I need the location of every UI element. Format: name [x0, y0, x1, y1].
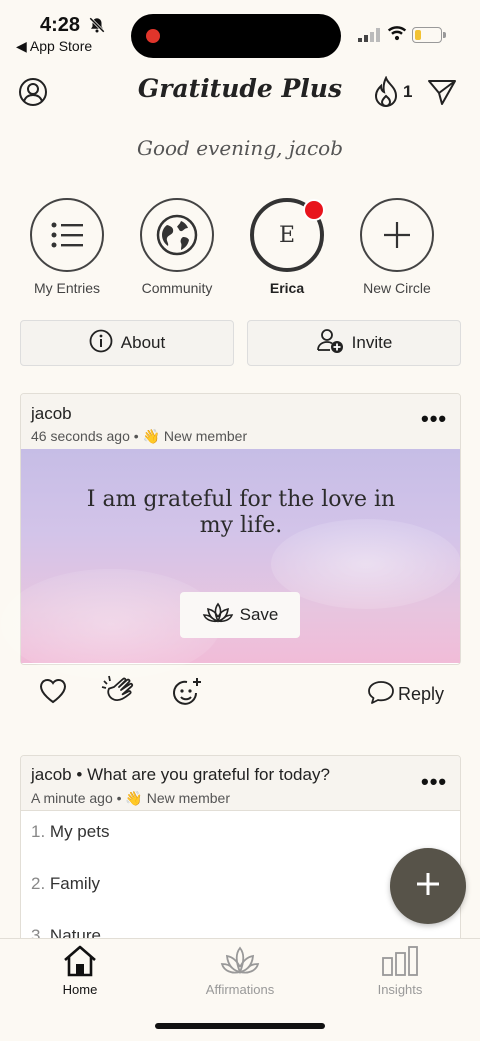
new-entry-button[interactable]: [390, 848, 466, 924]
post-card: [20, 755, 461, 955]
about-button[interactable]: About: [20, 320, 234, 366]
wifi-icon: [387, 24, 407, 47]
circle-label: Community: [141, 280, 213, 296]
affirmation-image: I am grateful for the love in my life. S…: [1, 449, 461, 679]
avatar-initial: E: [278, 222, 296, 248]
more-options-icon[interactable]: •••: [421, 769, 447, 795]
member-badge: New member: [146, 790, 230, 806]
lotus-icon: [180, 944, 300, 978]
back-label: App Store: [29, 38, 93, 54]
list-number: 2.: [31, 874, 46, 893]
list-item: 1. My pets: [31, 822, 109, 842]
tab-label: Home: [62, 982, 98, 997]
greeting: Good evening, jacob: [136, 136, 344, 160]
post-time: A minute ago: [31, 790, 113, 806]
status-time: 4:28: [40, 14, 81, 36]
battery-icon: [412, 27, 442, 43]
streak-flame-icon[interactable]: [372, 75, 400, 113]
notification-dot: [303, 199, 325, 221]
recording-indicator: [146, 29, 160, 43]
circle-erica[interactable]: E Erica: [232, 198, 342, 296]
circle-new-circle[interactable]: New Circle: [342, 198, 452, 296]
reply-label: Reply: [398, 684, 445, 704]
tab-label: Affirmations: [205, 982, 275, 997]
tab-home[interactable]: Home: [20, 944, 140, 997]
silent-bell-icon: [88, 16, 106, 39]
about-label: About: [120, 333, 166, 352]
wave-emoji: 👋: [125, 790, 143, 806]
list-text: Family: [49, 874, 100, 893]
globe-icon: [140, 198, 214, 272]
bar-chart-icon: [340, 944, 460, 978]
meta-separator: •: [133, 428, 143, 444]
lotus-icon: [202, 602, 234, 629]
post-prompt: What are you grateful for today?: [87, 765, 330, 784]
add-user-icon: [316, 328, 344, 359]
title-separator: •: [76, 765, 88, 784]
circle-label: My Entries: [33, 280, 101, 296]
info-icon: [89, 329, 113, 358]
member-badge: New member: [163, 428, 248, 444]
send-icon[interactable]: [427, 78, 457, 111]
post-meta: 46 seconds ago • 👋 New member: [31, 428, 247, 445]
circle-my-entries[interactable]: My Entries: [12, 198, 122, 296]
clap-icon[interactable]: [100, 673, 140, 714]
plus-icon: [414, 870, 442, 903]
heart-icon[interactable]: [38, 677, 68, 710]
signal-icon: [358, 28, 380, 47]
streak-count: 1: [403, 82, 413, 101]
save-button[interactable]: Save: [180, 592, 300, 638]
post-meta: A minute ago • 👋 New member: [31, 790, 230, 807]
circle-label: Erica: [269, 280, 305, 296]
add-reaction-icon[interactable]: [172, 676, 204, 713]
home-icon: [20, 944, 140, 978]
list-icon: [30, 198, 104, 272]
circle-community[interactable]: Community: [122, 198, 232, 296]
invite-button[interactable]: Invite: [247, 320, 461, 366]
reply-button[interactable]: Reply: [366, 679, 444, 710]
save-label: Save: [239, 605, 279, 624]
invite-label: Invite: [351, 333, 393, 352]
post-time: 46 seconds ago: [31, 428, 130, 444]
list-text: My pets: [49, 822, 110, 841]
post-author[interactable]: jacob: [31, 765, 72, 784]
post-title: jacob • What are you grateful for today?: [31, 765, 330, 785]
list-number: 1.: [31, 822, 46, 841]
circle-label: New Circle: [363, 280, 431, 296]
more-options-icon[interactable]: •••: [421, 406, 447, 432]
tab-label: Insights: [377, 982, 423, 997]
dynamic-island: [131, 14, 341, 58]
home-indicator: [155, 1023, 325, 1029]
post-author[interactable]: jacob: [31, 404, 72, 424]
tab-affirmations[interactable]: Affirmations: [180, 944, 300, 997]
speech-bubble-icon: [366, 679, 396, 710]
back-to-app-store[interactable]: ◀ App Store: [16, 38, 92, 55]
tab-insights[interactable]: Insights: [340, 944, 460, 997]
list-item: 2. Family: [31, 874, 100, 894]
battery-cap: [443, 32, 446, 38]
plus-icon: [360, 198, 434, 272]
affirmation-quote: I am grateful for the love in my life.: [86, 487, 396, 538]
wave-emoji: 👋: [142, 428, 160, 444]
